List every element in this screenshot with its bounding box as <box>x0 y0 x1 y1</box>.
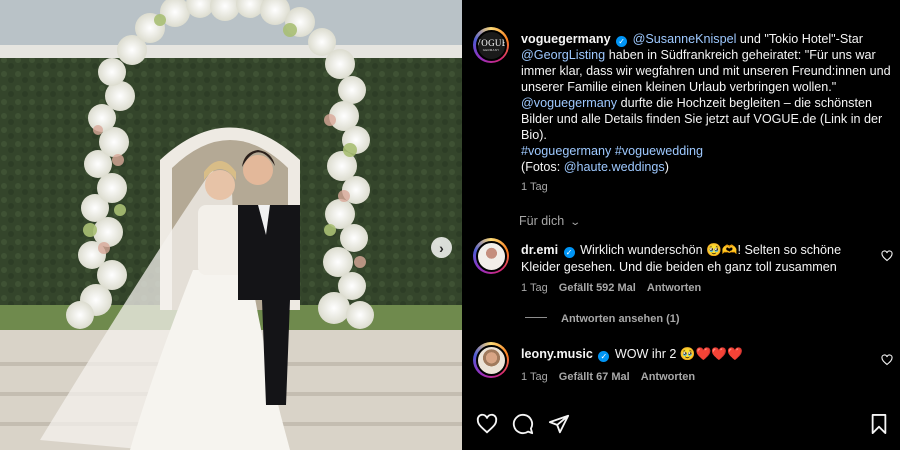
wedding-photo <box>0 0 462 450</box>
photo-credit-suffix: ) <box>664 160 669 174</box>
share-button[interactable] <box>548 413 570 435</box>
comment-icon <box>512 413 534 435</box>
for-you-dropdown[interactable]: Für dich ⌄ <box>519 214 581 228</box>
comment-username[interactable]: dr.emi <box>521 243 558 257</box>
mention-link[interactable]: @SusanneKnispel <box>633 32 737 46</box>
comment-like-heart-icon[interactable] <box>881 250 893 262</box>
mention-link[interactable]: @voguegermany <box>521 96 617 110</box>
verified-badge-icon: ✓ <box>616 36 628 47</box>
comment-time: 1 Tag <box>521 282 548 294</box>
post-caption: voguegermany ✓ @SusanneKnispel und "Toki… <box>521 31 893 175</box>
bookmark-icon <box>871 413 887 434</box>
comment-likes[interactable]: Gefällt 67 Mal <box>559 371 630 383</box>
comment-meta: 1 Tag Gefällt 592 Mal Antworten <box>521 282 701 294</box>
commenter-avatar[interactable] <box>473 342 509 378</box>
divider-line <box>525 317 547 318</box>
photo-credit-link[interactable]: @haute.weddings <box>564 160 665 174</box>
reply-button[interactable]: Antworten <box>641 371 695 383</box>
chevron-down-icon: ⌄ <box>568 217 581 228</box>
commenter-avatar[interactable] <box>473 238 509 274</box>
post-sidebar: VOGUE GERMANY voguegermany ✓ @SusanneKni… <box>462 0 900 450</box>
caption-text: und "Tokio Hotel"-Star <box>736 32 863 46</box>
verified-badge-icon: ✓ <box>563 247 575 258</box>
paper-plane-icon <box>548 414 570 434</box>
heart-icon <box>476 413 498 434</box>
view-replies-button[interactable]: Antworten ansehen (1) <box>525 313 680 325</box>
next-image-button[interactable]: › <box>431 237 452 258</box>
comment-username[interactable]: leony.music <box>521 347 593 361</box>
verified-badge-icon: ✓ <box>598 351 610 362</box>
like-button[interactable] <box>476 413 498 435</box>
author-avatar[interactable]: VOGUE GERMANY <box>473 27 509 63</box>
comment-meta: 1 Tag Gefällt 67 Mal Antworten <box>521 371 695 383</box>
comment-like-heart-icon[interactable] <box>881 354 893 366</box>
view-replies-label: Antworten ansehen (1) <box>561 313 680 325</box>
chevron-right-icon: › <box>439 239 444 256</box>
reply-button[interactable]: Antworten <box>647 282 701 294</box>
avatar-logo-subtext: GERMANY <box>482 47 500 52</box>
post-photo[interactable]: › <box>0 0 462 450</box>
save-button[interactable] <box>869 413 889 435</box>
post-timestamp: 1 Tag <box>521 181 548 193</box>
for-you-label: Für dich <box>519 214 565 228</box>
comment-body: leony.music ✓ WOW ihr 2 🥹❤️❤️❤️ <box>521 346 851 363</box>
comment-button[interactable] <box>512 413 534 435</box>
hashtags[interactable]: #voguegermany #voguewedding <box>521 144 703 158</box>
author-username[interactable]: voguegermany <box>521 32 611 46</box>
photo-credit-prefix: (Fotos: <box>521 160 564 174</box>
avatar-logo-text: VOGUE <box>475 37 507 48</box>
comment-time: 1 Tag <box>521 371 548 383</box>
comment-text: WOW ihr 2 🥹❤️❤️❤️ <box>614 347 743 361</box>
comment-likes[interactable]: Gefällt 592 Mal <box>559 282 636 294</box>
mention-link[interactable]: @GeorgListing <box>521 48 605 62</box>
comment-body: dr.emi ✓ Wirklich wunderschön 🥹🫶! Selten… <box>521 242 851 276</box>
